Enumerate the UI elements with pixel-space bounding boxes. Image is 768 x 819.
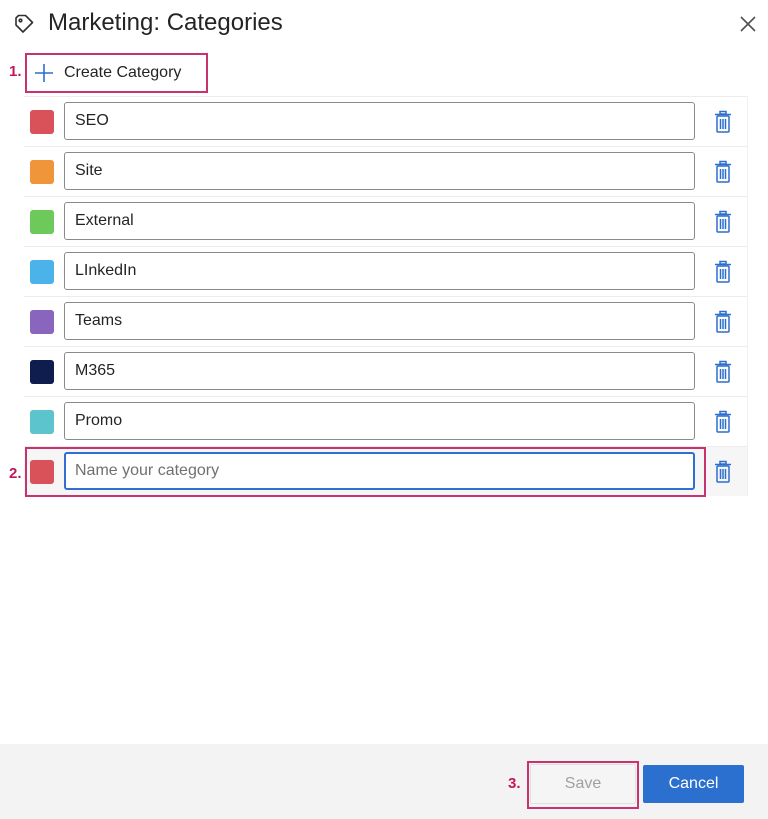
category-list xyxy=(24,96,748,496)
create-category-label: Create Category xyxy=(64,64,182,81)
annotation-1: 1. xyxy=(9,63,22,80)
dialog-header: Marketing: Categories xyxy=(0,0,768,50)
category-row xyxy=(24,96,748,146)
category-row xyxy=(24,246,748,296)
annotation-2: 2. xyxy=(9,465,22,482)
category-row xyxy=(24,296,748,346)
color-swatch[interactable] xyxy=(30,360,54,384)
category-name-input[interactable] xyxy=(64,252,695,290)
color-swatch[interactable] xyxy=(30,110,54,134)
category-name-input[interactable] xyxy=(64,352,695,390)
category-row xyxy=(24,396,748,446)
category-name-input[interactable] xyxy=(64,302,695,340)
close-icon[interactable] xyxy=(737,13,759,35)
new-category-row xyxy=(24,446,748,496)
trash-icon[interactable] xyxy=(712,210,734,234)
category-row xyxy=(24,146,748,196)
trash-icon[interactable] xyxy=(712,160,734,184)
trash-icon[interactable] xyxy=(712,310,734,334)
color-swatch[interactable] xyxy=(30,260,54,284)
create-category-button[interactable]: Create Category xyxy=(30,57,181,89)
category-name-input[interactable] xyxy=(64,402,695,440)
color-swatch[interactable] xyxy=(30,410,54,434)
save-button[interactable]: Save xyxy=(530,764,636,804)
color-swatch[interactable] xyxy=(30,210,54,234)
category-name-input[interactable] xyxy=(64,202,695,240)
category-row xyxy=(24,346,748,396)
trash-icon[interactable] xyxy=(712,410,734,434)
dialog-title: Marketing: Categories xyxy=(48,9,283,36)
new-category-input[interactable] xyxy=(64,452,695,490)
color-swatch[interactable] xyxy=(30,160,54,184)
tag-icon xyxy=(15,14,34,33)
category-name-input[interactable] xyxy=(64,152,695,190)
color-swatch[interactable] xyxy=(30,310,54,334)
category-row xyxy=(24,196,748,246)
category-name-input[interactable] xyxy=(64,102,695,140)
cancel-button[interactable]: Cancel xyxy=(643,765,744,803)
annotation-3: 3. xyxy=(508,775,521,792)
plus-icon xyxy=(35,64,53,82)
trash-icon[interactable] xyxy=(712,260,734,284)
trash-icon[interactable] xyxy=(712,460,734,484)
trash-icon[interactable] xyxy=(712,360,734,384)
trash-icon[interactable] xyxy=(712,110,734,134)
color-swatch[interactable] xyxy=(30,460,54,484)
